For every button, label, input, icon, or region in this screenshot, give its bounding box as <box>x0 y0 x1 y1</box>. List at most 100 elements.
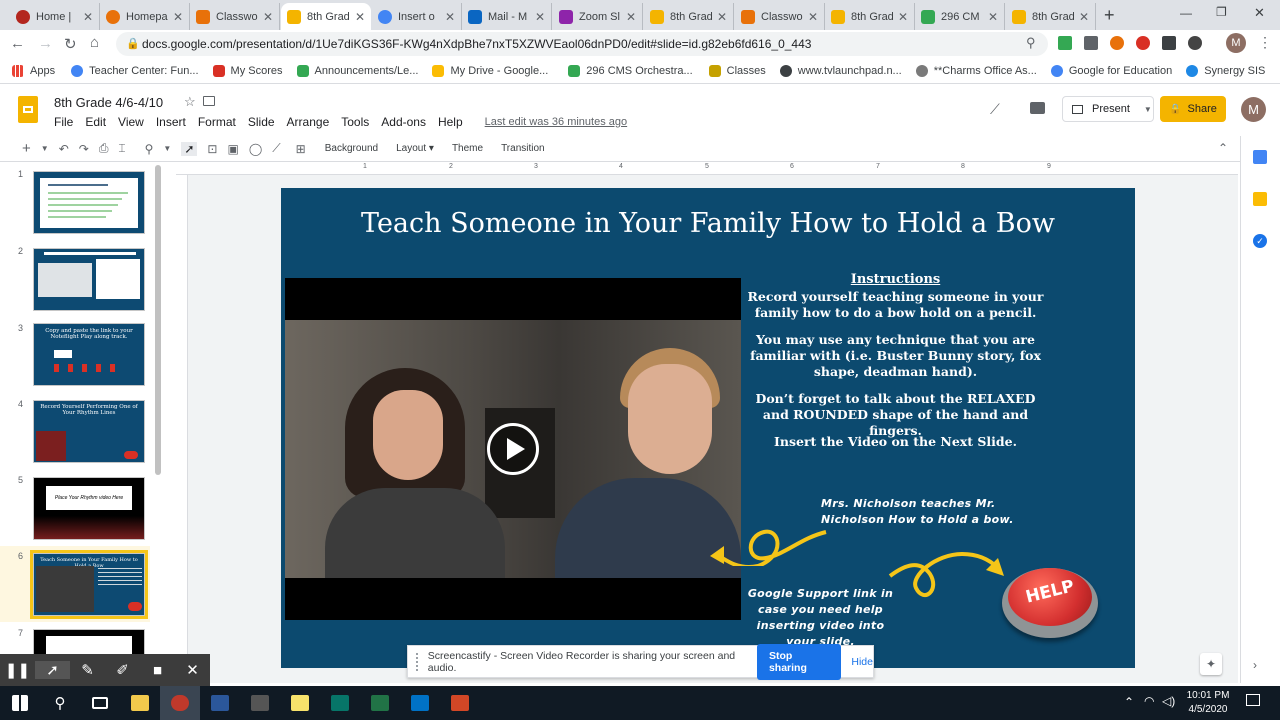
windows-start-icon[interactable] <box>0 686 40 720</box>
slide-thumbnail[interactable]: Copy and paste the link to your Noteflig… <box>33 323 145 386</box>
browser-tab[interactable]: Classwo ✕ <box>190 3 280 30</box>
close-tab-icon[interactable]: ✕ <box>717 10 727 24</box>
bookmark-item[interactable]: Teacher Center: Fun... <box>71 64 199 77</box>
browser-tab-active[interactable]: 8th Grad ✕ <box>281 3 371 30</box>
menu-arrange[interactable]: Arrange <box>287 115 330 129</box>
shape-icon[interactable]: ◯ <box>249 142 262 156</box>
close-tab-icon[interactable]: ✕ <box>988 10 998 24</box>
close-tab-icon[interactable]: ✕ <box>445 10 455 24</box>
browser-tab[interactable]: 296 CM ✕ <box>915 3 1005 30</box>
theme-button[interactable]: Theme <box>452 143 483 154</box>
publisher-icon[interactable] <box>320 686 360 720</box>
close-tab-icon[interactable]: ✕ <box>808 10 818 24</box>
extension-icon[interactable] <box>1110 36 1124 50</box>
browser-tab[interactable]: 8th Grad ✕ <box>825 3 915 30</box>
drag-handle-icon[interactable] <box>416 652 422 671</box>
collapse-toolbar-icon[interactable]: ⌃ <box>1218 141 1228 155</box>
bookmark-apps[interactable]: Apps <box>12 64 55 77</box>
reload-icon[interactable]: ↻ <box>64 35 77 53</box>
search-icon[interactable]: ⚲ <box>40 686 80 720</box>
undo-icon[interactable]: ↶ <box>59 142 69 156</box>
bookmark-item[interactable]: **Charms Office As... <box>915 64 1037 77</box>
slide[interactable]: Teach Someone in Your Family How to Hold… <box>281 188 1135 668</box>
powerpoint-icon[interactable] <box>440 686 480 720</box>
menu-view[interactable]: View <box>118 115 144 129</box>
file-explorer-icon[interactable] <box>120 686 160 720</box>
menu-format[interactable]: Format <box>198 115 236 129</box>
pause-icon[interactable]: ❚❚ <box>0 661 35 679</box>
browser-tab[interactable]: Insert o ✕ <box>372 3 462 30</box>
move-folder-icon[interactable] <box>203 96 215 106</box>
close-window-icon[interactable]: ✕ <box>1254 5 1265 21</box>
back-icon[interactable]: ← <box>10 35 25 52</box>
task-view-icon[interactable] <box>80 686 120 720</box>
extension-icon[interactable] <box>1188 36 1202 50</box>
bookmark-item[interactable]: Synergy SIS <box>1186 64 1265 77</box>
wifi-icon[interactable]: ◠ <box>1144 694 1154 708</box>
menu-tools[interactable]: Tools <box>341 115 369 129</box>
document-title[interactable]: 8th Grade 4/6-4/10 <box>54 95 163 110</box>
zoom-icon[interactable]: ⚲ <box>145 142 154 156</box>
bookmark-item[interactable]: Google for Education <box>1050 64 1172 77</box>
new-tab-icon[interactable]: + <box>1104 5 1115 26</box>
print-icon[interactable]: ⎙ <box>99 141 109 156</box>
present-dropdown-icon[interactable]: ▼ <box>1144 105 1152 114</box>
bookmark-item[interactable]: My Scores <box>212 64 283 77</box>
support-link-caption[interactable]: Google Support link in case you need hel… <box>743 586 898 650</box>
close-tab-icon[interactable]: ✕ <box>535 10 545 24</box>
tasks-icon[interactable]: ✓ <box>1253 234 1267 248</box>
bookmark-item[interactable]: www.tvlaunchpad.n... <box>779 64 902 77</box>
browser-tab[interactable]: Mail - M ✕ <box>462 3 552 30</box>
slide-thumbnail[interactable]: Place Your Rhythm video Here <box>33 477 145 540</box>
bookmark-item[interactable]: My Drive - Google... <box>432 64 548 77</box>
close-icon[interactable]: ✕ <box>175 661 210 679</box>
extension-icon[interactable] <box>1136 36 1150 50</box>
eraser-icon[interactable]: ✐ <box>105 661 140 679</box>
activity-trend-icon[interactable]: ⟋ <box>990 101 1000 118</box>
forward-icon[interactable]: → <box>38 35 53 52</box>
close-tab-icon[interactable]: ✕ <box>626 10 636 24</box>
slide-thumbnail[interactable] <box>33 248 145 311</box>
calendar-icon[interactable] <box>1253 150 1267 164</box>
background-button[interactable]: Background <box>325 143 378 154</box>
star-icon[interactable]: ☆ <box>184 94 196 110</box>
menu-addons[interactable]: Add-ons <box>381 115 426 129</box>
filmstrip-scrollbar[interactable] <box>155 165 161 475</box>
volume-icon[interactable]: ◁) <box>1162 694 1175 708</box>
extension-icon[interactable] <box>1162 36 1176 50</box>
camera-app-icon[interactable] <box>240 686 280 720</box>
browser-tab[interactable]: Zoom Sl ✕ <box>553 3 643 30</box>
close-tab-icon[interactable]: ✕ <box>83 10 93 24</box>
browser-tab[interactable]: Home | ✕ <box>10 3 100 30</box>
home-icon[interactable]: ⌂ <box>90 34 99 51</box>
line-icon[interactable]: ⟋ <box>272 141 280 156</box>
close-tab-icon[interactable]: ✕ <box>173 10 183 24</box>
menu-edit[interactable]: Edit <box>85 115 106 129</box>
sticky-notes-icon[interactable] <box>280 686 320 720</box>
slide-thumbnail[interactable] <box>33 171 145 234</box>
url-input[interactable]: 🔒 docs.google.com/presentation/d/1Ue7diK… <box>116 32 1048 56</box>
zoom-dropdown-icon[interactable]: ▼ <box>163 144 171 153</box>
share-button[interactable]: 🔒 Share <box>1160 96 1226 122</box>
embedded-video[interactable] <box>285 278 741 620</box>
browser-menu-icon[interactable]: ⋮ <box>1258 34 1272 51</box>
text-box-icon[interactable]: ⊡ <box>207 142 217 156</box>
layout-button[interactable]: Layout ▾ <box>396 143 434 154</box>
notifications-icon[interactable] <box>1246 694 1260 706</box>
cursor-icon[interactable]: ➚ <box>35 661 70 679</box>
bookmark-item[interactable]: 296 CMS Orchestra... <box>568 64 693 77</box>
extension-icon[interactable] <box>1058 36 1072 50</box>
expand-panel-icon[interactable]: › <box>1253 658 1257 672</box>
menu-insert[interactable]: Insert <box>156 115 186 129</box>
chrome-taskbar-icon[interactable] <box>160 686 200 720</box>
video-play-button[interactable] <box>487 423 539 475</box>
new-slide-dropdown-icon[interactable]: ▼ <box>41 144 49 153</box>
slide-thumbnail-selected[interactable]: Teach Someone in Your Family How to Hold… <box>33 553 145 616</box>
excel-icon[interactable] <box>360 686 400 720</box>
camera-icon[interactable]: ■ <box>140 662 175 679</box>
comment-add-icon[interactable]: ⊞ <box>296 142 306 156</box>
bookmark-item[interactable]: Announcements/Le... <box>296 64 418 77</box>
zoom-search-icon[interactable]: ⚲ <box>1026 35 1036 51</box>
select-tool-icon[interactable]: ➚ <box>181 141 198 156</box>
close-tab-icon[interactable]: ✕ <box>898 10 908 24</box>
